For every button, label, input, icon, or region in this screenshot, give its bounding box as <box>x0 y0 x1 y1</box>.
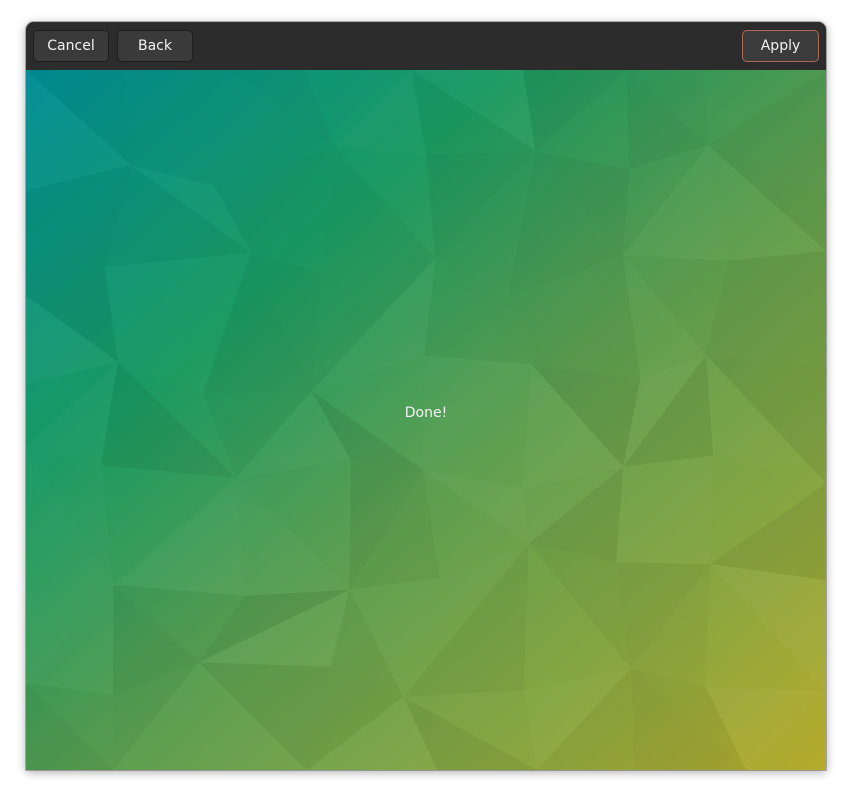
back-button[interactable]: Back <box>117 30 193 62</box>
apply-button[interactable]: Apply <box>742 30 819 62</box>
cancel-button[interactable]: Cancel <box>33 30 109 62</box>
status-text: Done! <box>404 405 448 421</box>
wallpaper-preview: Done! <box>26 70 826 770</box>
dialog-window: Cancel Back Apply Done! <box>26 22 826 770</box>
headerbar: Cancel Back Apply <box>26 22 826 71</box>
